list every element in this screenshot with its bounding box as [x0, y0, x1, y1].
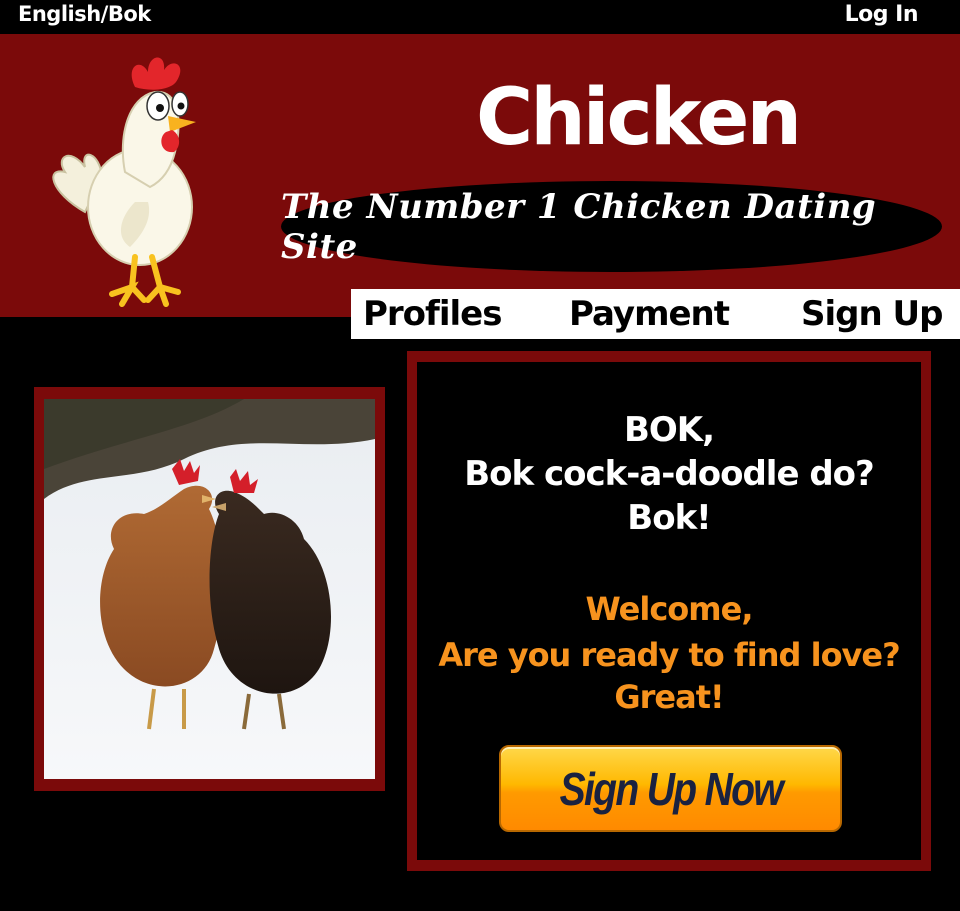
sign-up-now-button[interactable]: Sign Up Now — [499, 745, 842, 832]
nav-item-profiles[interactable]: Profiles — [363, 291, 502, 337]
language-toggle-link[interactable]: English/Bok — [18, 2, 151, 26]
top-bar: English/Bok Log In — [0, 0, 960, 34]
nav-item-sign-up[interactable]: Sign Up — [801, 291, 943, 337]
welcome-line-3: Great! — [614, 678, 724, 716]
chickens-photo — [44, 399, 375, 779]
main-nav: Profiles Payment Sign Up — [351, 289, 960, 339]
message-line-2: Bok cock-a-doodle do? — [464, 454, 875, 494]
rooster-mascot-logo — [52, 57, 196, 307]
message-line-3: Bok! — [627, 498, 711, 538]
sign-up-now-label: Sign Up Now — [559, 762, 783, 815]
message-line-1: BOK, — [623, 410, 715, 450]
welcome-line-2: Are you ready to find love? — [438, 636, 900, 674]
tagline: The Number 1 Chicken Dating Site — [281, 186, 877, 267]
nav-item-payment[interactable]: Payment — [569, 291, 730, 337]
login-link[interactable]: Log In — [845, 2, 919, 27]
photo-frame — [34, 387, 385, 791]
welcome-line-1: Welcome, — [585, 590, 754, 628]
tagline-oval: The Number 1 Chicken Dating Site — [281, 181, 942, 272]
